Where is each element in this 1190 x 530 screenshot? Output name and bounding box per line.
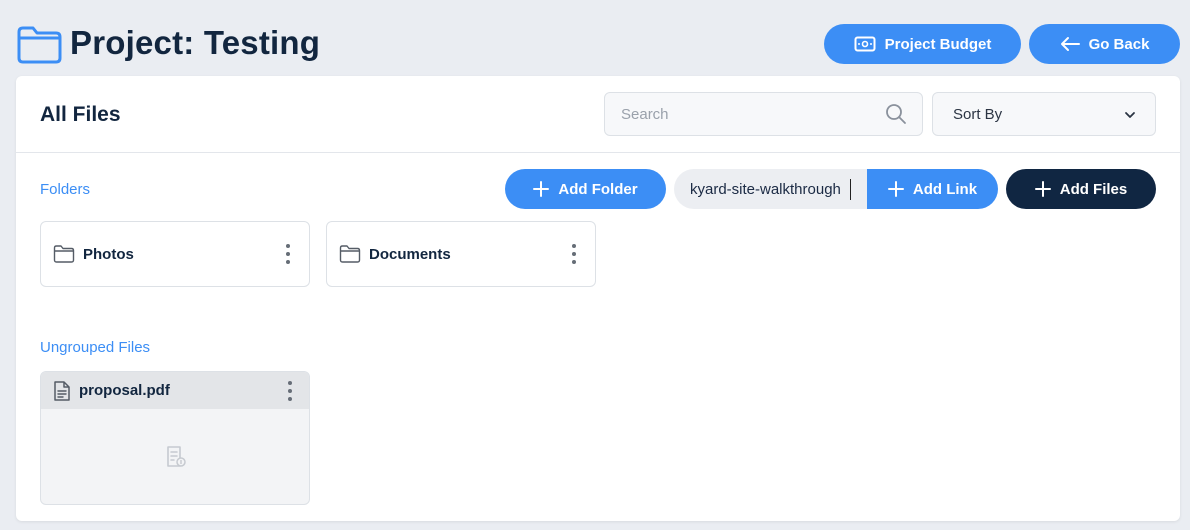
- add-folder-button[interactable]: Add Folder: [505, 169, 666, 209]
- folder-name: Documents: [369, 246, 451, 263]
- folder-icon: [53, 245, 75, 263]
- folder-icon: [17, 26, 62, 64]
- go-back-label: Go Back: [1088, 35, 1150, 53]
- ungrouped-section-label: Ungrouped Files: [40, 339, 151, 356]
- folder-icon: [339, 245, 361, 263]
- money-icon: [854, 36, 876, 52]
- page-title: Project: Testing: [70, 24, 321, 61]
- add-link-button[interactable]: Add Link: [867, 169, 998, 209]
- arrow-left-icon: [1060, 37, 1080, 51]
- add-files-label: Add Files: [1059, 180, 1128, 198]
- file-card-header: proposal.pdf: [41, 372, 309, 409]
- search-icon[interactable]: [885, 103, 907, 125]
- chevron-down-icon: [1125, 112, 1135, 118]
- plus-icon: [533, 181, 550, 197]
- file-card[interactable]: proposal.pdf: [40, 371, 310, 505]
- folder-name: Photos: [83, 246, 134, 263]
- add-files-button[interactable]: Add Files: [1006, 169, 1156, 209]
- add-folder-label: Add Folder: [558, 180, 638, 198]
- plus-icon: [887, 181, 904, 197]
- text-caret: [850, 179, 851, 200]
- top-bar: Project: Testing Project Budget Go Back: [0, 0, 1190, 76]
- search-input[interactable]: [605, 93, 875, 135]
- files-card: All Files Sort By Folders Add Folder: [16, 76, 1180, 521]
- folder-card-photos[interactable]: Photos: [40, 221, 310, 287]
- card-header: All Files Sort By: [16, 76, 1180, 153]
- link-input[interactable]: [674, 169, 867, 209]
- more-options-icon[interactable]: [571, 243, 577, 265]
- folder-card-documents[interactable]: Documents: [326, 221, 596, 287]
- file-name: proposal.pdf: [79, 382, 170, 399]
- add-link-label: Add Link: [912, 180, 978, 198]
- card-title: All Files: [40, 103, 121, 126]
- sort-select[interactable]: Sort By: [932, 92, 1156, 136]
- more-options-icon[interactable]: [287, 380, 293, 402]
- document-icon: [54, 381, 70, 401]
- add-link-group: Add Link: [674, 169, 998, 209]
- folders-section-label: Folders: [40, 181, 91, 198]
- project-budget-label: Project Budget: [884, 35, 992, 53]
- search-box: [604, 92, 923, 136]
- plus-icon: [1034, 181, 1051, 197]
- project-budget-button[interactable]: Project Budget: [824, 24, 1021, 64]
- go-back-button[interactable]: Go Back: [1029, 24, 1180, 64]
- more-options-icon[interactable]: [285, 243, 291, 265]
- sort-selected-label: Sort By: [953, 105, 1003, 123]
- file-preview-icon: [167, 446, 186, 467]
